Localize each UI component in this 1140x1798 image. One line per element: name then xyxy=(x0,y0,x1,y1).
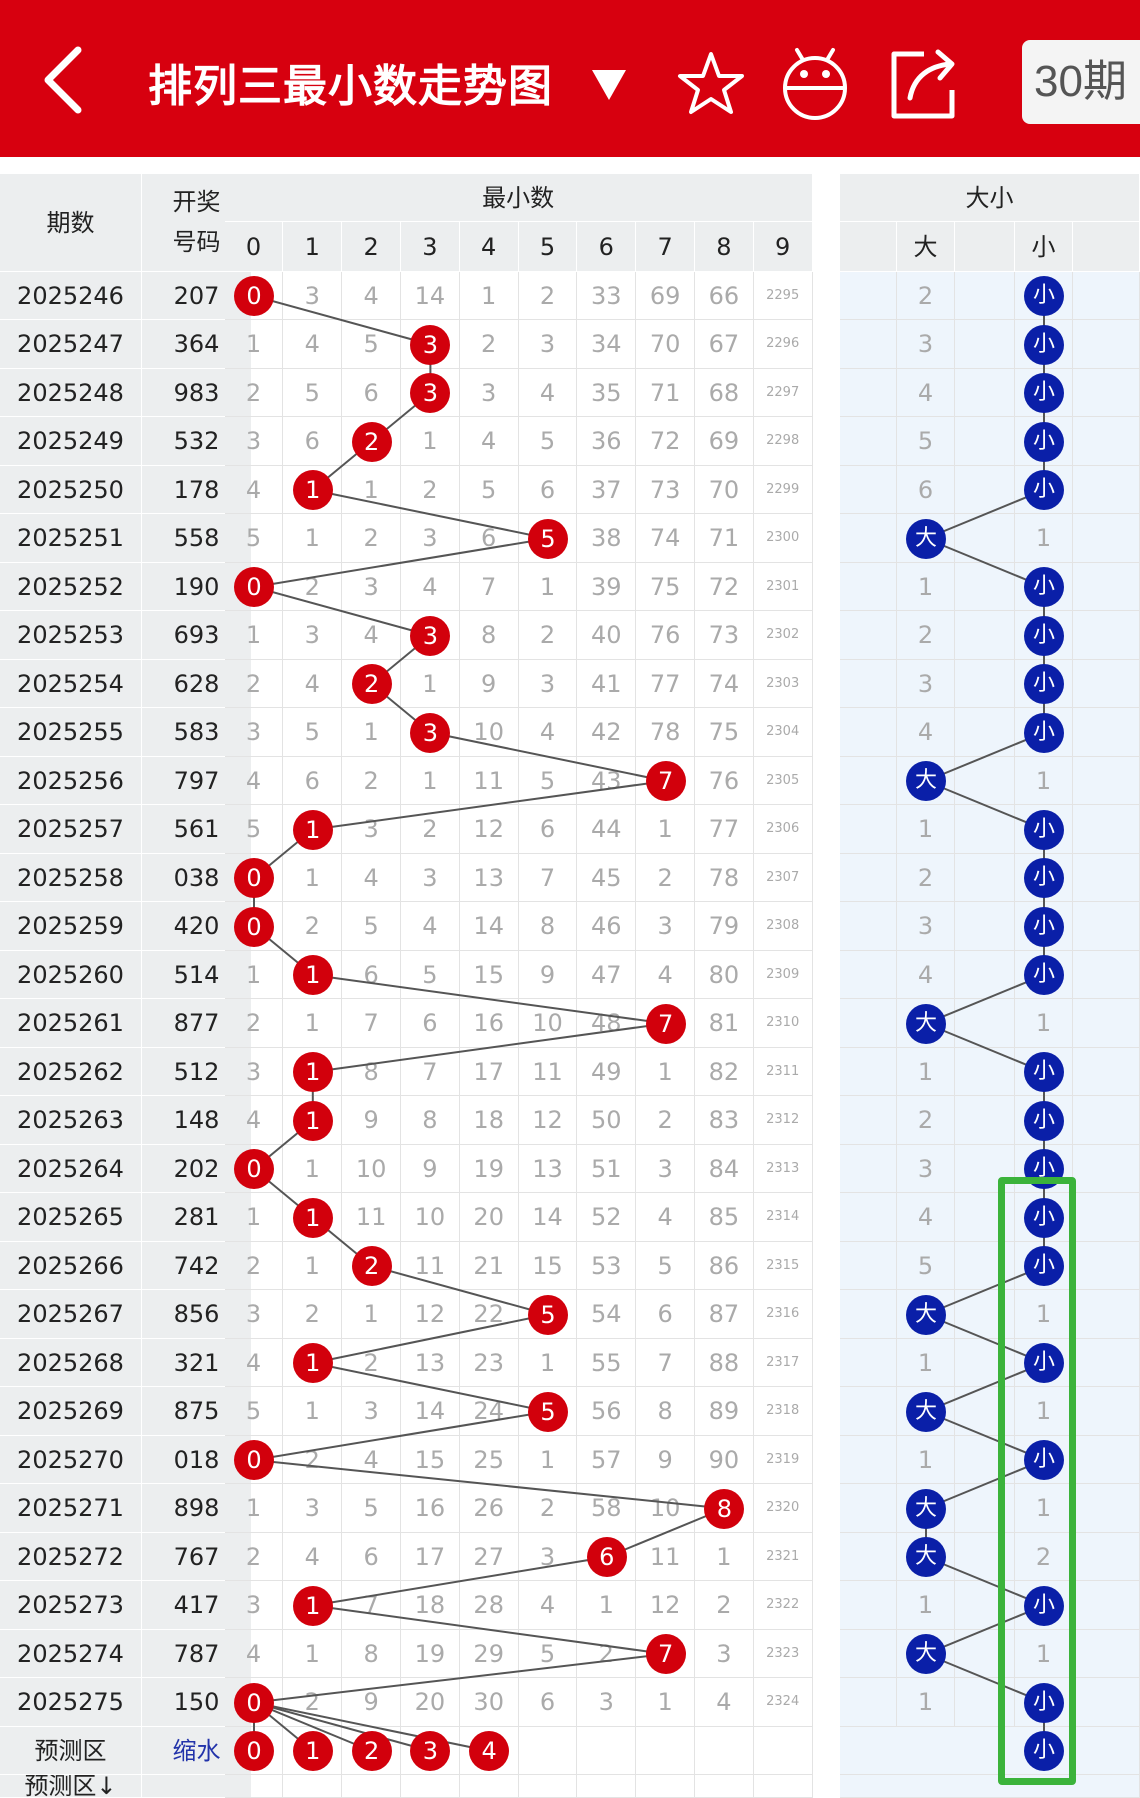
big-ball: 大 xyxy=(906,1003,946,1044)
min-ball: 2 xyxy=(351,664,392,704)
small-ball: 小 xyxy=(1024,1100,1064,1141)
big-ball: 大 xyxy=(906,1537,946,1577)
big-ball: 大 xyxy=(906,518,946,559)
trend-line xyxy=(430,731,666,782)
min-ball: 5 xyxy=(528,518,568,559)
highlight-box xyxy=(998,1177,1076,1785)
small-ball: 小 xyxy=(1024,809,1064,850)
small-ball: 小 xyxy=(1024,276,1064,316)
min-ball: 8 xyxy=(704,1488,745,1529)
min-ball: 7 xyxy=(645,1634,686,1674)
small-ball: 小 xyxy=(1024,858,1064,898)
trend-lines xyxy=(253,295,1045,1752)
trend-line xyxy=(371,1265,549,1316)
min-ball: 1 xyxy=(292,470,333,510)
big-ball: 大 xyxy=(906,1294,946,1335)
min-ball: 6 xyxy=(586,1537,627,1577)
min-ball: 3 xyxy=(410,712,451,753)
trend-line xyxy=(253,1410,549,1461)
big-ball: 大 xyxy=(906,1488,946,1529)
small-ball: 小 xyxy=(1024,421,1064,462)
predict-ball: 0 xyxy=(234,1731,274,1771)
small-ball: 小 xyxy=(1024,1052,1064,1092)
min-ball: 0 xyxy=(234,1440,274,1480)
min-ball: 0 xyxy=(234,1682,274,1723)
trend-line xyxy=(312,489,549,540)
trend-line xyxy=(312,1313,549,1364)
small-ball: 小 xyxy=(1024,712,1064,753)
trend-line xyxy=(253,295,431,346)
small-ball: 小 xyxy=(1024,906,1064,947)
min-ball: 1 xyxy=(292,1585,333,1626)
small-ball: 小 xyxy=(1024,664,1064,704)
trend-line xyxy=(253,537,549,588)
min-ball: 0 xyxy=(234,906,274,947)
small-ball: 小 xyxy=(1024,324,1064,365)
min-ball: 0 xyxy=(234,567,274,607)
trend-line xyxy=(253,1459,725,1510)
predict-ball: 2 xyxy=(351,1731,392,1771)
small-ball: 小 xyxy=(1024,615,1064,656)
trend-line xyxy=(312,780,666,831)
min-ball: 0 xyxy=(234,858,274,898)
small-ball: 小 xyxy=(1024,567,1064,607)
predict-ball: 1 xyxy=(292,1731,333,1771)
min-ball: 2 xyxy=(351,1246,392,1286)
min-ball: 1 xyxy=(292,955,333,995)
trend-line xyxy=(312,1604,666,1655)
min-ball: 1 xyxy=(292,1343,333,1383)
trend-line xyxy=(253,586,431,637)
min-ball: 5 xyxy=(528,1391,568,1432)
min-ball: 1 xyxy=(292,1052,333,1092)
big-ball: 大 xyxy=(906,1391,946,1432)
min-ball: 1 xyxy=(292,1100,333,1141)
min-ball: 0 xyxy=(234,276,274,316)
trend-line xyxy=(312,974,666,1025)
min-ball: 3 xyxy=(410,615,451,656)
min-ball: 7 xyxy=(645,761,686,801)
trend-line xyxy=(312,1022,666,1073)
min-ball: 5 xyxy=(528,1294,568,1335)
trend-line xyxy=(312,1362,549,1413)
min-ball: 0 xyxy=(234,1149,274,1189)
small-ball: 小 xyxy=(1024,373,1064,413)
trend-line xyxy=(312,1556,607,1607)
predict-ball: 4 xyxy=(469,1731,510,1771)
min-ball: 7 xyxy=(645,1003,686,1044)
min-ball: 3 xyxy=(410,324,451,365)
min-ball: 1 xyxy=(292,1197,333,1238)
big-ball: 大 xyxy=(906,1634,946,1674)
big-ball: 大 xyxy=(906,761,946,801)
trend-line xyxy=(253,1653,666,1704)
trend-line xyxy=(253,1701,431,1752)
min-ball: 1 xyxy=(292,809,333,850)
small-ball: 小 xyxy=(1024,955,1064,995)
small-ball: 小 xyxy=(1024,470,1064,510)
min-ball: 2 xyxy=(351,421,392,462)
